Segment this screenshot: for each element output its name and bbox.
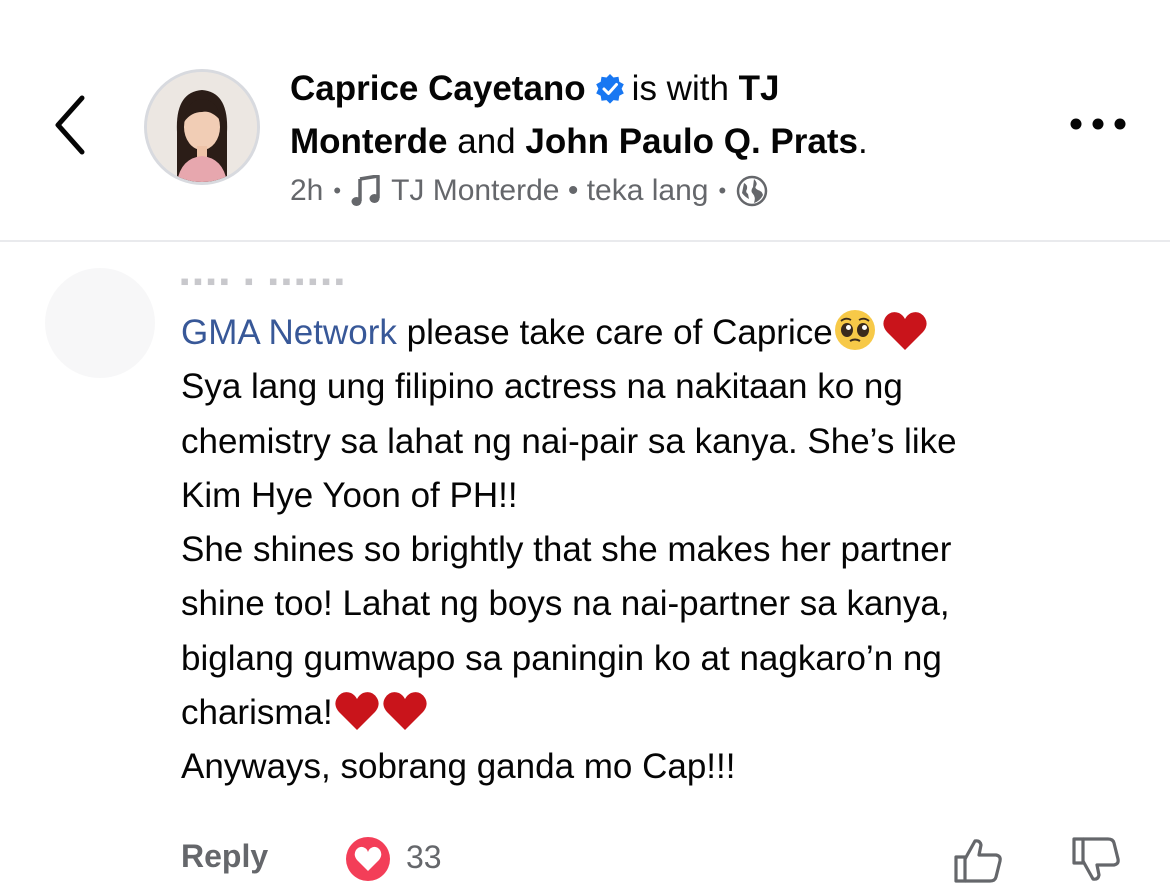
comment-line-7: biglang gumwapo sa paningin ko at nagkar… <box>181 638 942 678</box>
comment-line-4: Kim Hye Yoon of PH!! <box>181 475 518 515</box>
post-meta: 2h • TJ Monterde • teka lang • <box>290 174 990 208</box>
thumbs-down-icon[interactable] <box>1070 835 1122 883</box>
comment-line-8: charisma! <box>181 686 1141 740</box>
mention-link[interactable]: GMA Network <box>181 313 397 352</box>
author-avatar[interactable] <box>144 69 260 185</box>
post-title: Caprice Cayetano is with TJ Monterde and… <box>290 62 990 168</box>
music-song: teka lang <box>586 174 709 207</box>
commenter-name-faded: ▪▪▪▪ ▪ ▪▪▪▪▪▪ <box>180 272 348 290</box>
red-heart-icon <box>383 692 427 731</box>
with-text: is with <box>631 69 729 108</box>
music-separator: • <box>567 174 579 207</box>
header-divider <box>0 240 1170 242</box>
love-reaction-icon[interactable] <box>344 835 392 883</box>
pleading-face-icon <box>834 310 875 350</box>
meta-separator: • <box>333 178 342 203</box>
verified-badge-icon <box>595 74 624 104</box>
comment-actions: Reply 33 <box>0 835 1170 883</box>
red-heart-icon <box>335 692 379 731</box>
tagged-user-1-cont[interactable]: Monterde <box>290 122 448 161</box>
post-time[interactable]: 2h <box>290 174 323 208</box>
period: . <box>857 122 868 161</box>
and-text: and <box>457 122 516 161</box>
comment-text-8: charisma! <box>181 693 333 733</box>
comment-line-9: Anyways, sobrang ganda mo Cap!!! <box>181 747 736 787</box>
author-name[interactable]: Caprice Cayetano <box>290 69 586 108</box>
back-icon[interactable] <box>48 90 98 160</box>
tagged-user-1[interactable]: TJ <box>739 69 780 108</box>
commenter-avatar[interactable] <box>45 268 155 378</box>
reaction-count[interactable]: 33 <box>406 839 442 876</box>
meta-separator-2: • <box>718 178 727 203</box>
tagged-user-2[interactable]: John Paulo Q. Prats <box>525 122 858 161</box>
globe-icon[interactable] <box>736 175 768 207</box>
reply-button[interactable]: Reply <box>181 838 268 875</box>
post-header: Caprice Cayetano is with TJ Monterde and… <box>290 62 990 208</box>
red-heart-icon <box>883 312 927 350</box>
thumbs-up-icon[interactable] <box>952 837 1004 885</box>
comment-line-3: chemistry sa lahat ng nai-pair sa kanya.… <box>181 421 957 461</box>
more-options-icon[interactable] <box>1068 112 1128 136</box>
avatar-photo <box>147 72 257 182</box>
music-note-icon <box>351 175 380 206</box>
comment-line-6: shine too! Lahat ng boys na nai-partner … <box>181 584 950 624</box>
comment-text-1: please take care of Caprice <box>396 313 833 352</box>
music-artist: TJ Monterde <box>391 174 560 207</box>
comment-line-1: GMA Network please take care of Caprice <box>181 306 1141 360</box>
comment-body: GMA Network please take care of Caprice … <box>181 306 1141 795</box>
comment-line-2: Sya lang ung filipino actress na nakitaa… <box>181 367 903 407</box>
music-info[interactable]: TJ Monterde • teka lang <box>391 174 708 208</box>
comment-line-5: She shines so brightly that she makes he… <box>181 530 952 570</box>
